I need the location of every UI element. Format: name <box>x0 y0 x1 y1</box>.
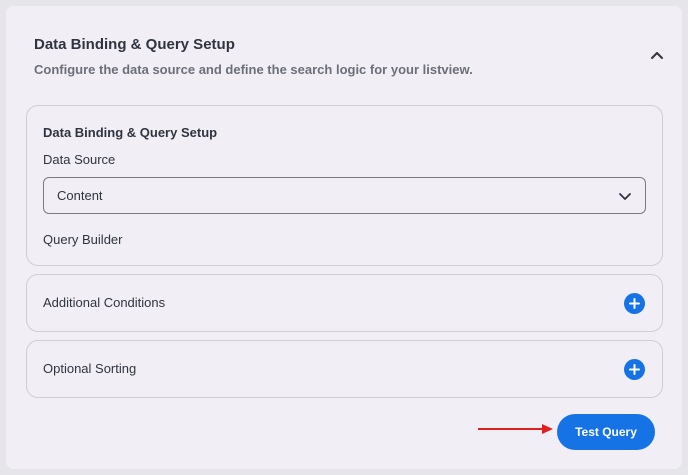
data-binding-card: Data Binding & Query Setup Data Source C… <box>26 105 663 266</box>
optional-sorting-label: Optional Sorting <box>43 361 137 376</box>
additional-conditions-card[interactable]: Additional Conditions <box>26 274 663 332</box>
collapse-toggle[interactable] <box>646 44 668 66</box>
optional-sorting-card[interactable]: Optional Sorting <box>26 340 663 398</box>
annotation-arrow-icon <box>478 424 553 434</box>
data-source-value: Content <box>57 188 103 203</box>
add-condition-button[interactable] <box>624 293 645 314</box>
chevron-down-icon <box>619 193 631 200</box>
section-title: Data Binding & Query Setup <box>34 36 235 53</box>
plus-icon <box>629 364 640 375</box>
query-setup-panel: Data Binding & Query Setup Configure the… <box>6 6 682 469</box>
test-query-button[interactable]: Test Query <box>557 414 655 450</box>
card-title: Data Binding & Query Setup <box>43 125 218 140</box>
data-source-label: Data Source <box>43 152 116 167</box>
query-builder-label: Query Builder <box>43 232 123 247</box>
section-subtitle: Configure the data source and define the… <box>34 62 473 77</box>
chevron-up-icon <box>651 52 663 59</box>
plus-icon <box>629 298 640 309</box>
add-sorting-button[interactable] <box>624 359 645 380</box>
data-source-select[interactable]: Content <box>43 177 646 214</box>
additional-conditions-label: Additional Conditions <box>43 295 166 310</box>
